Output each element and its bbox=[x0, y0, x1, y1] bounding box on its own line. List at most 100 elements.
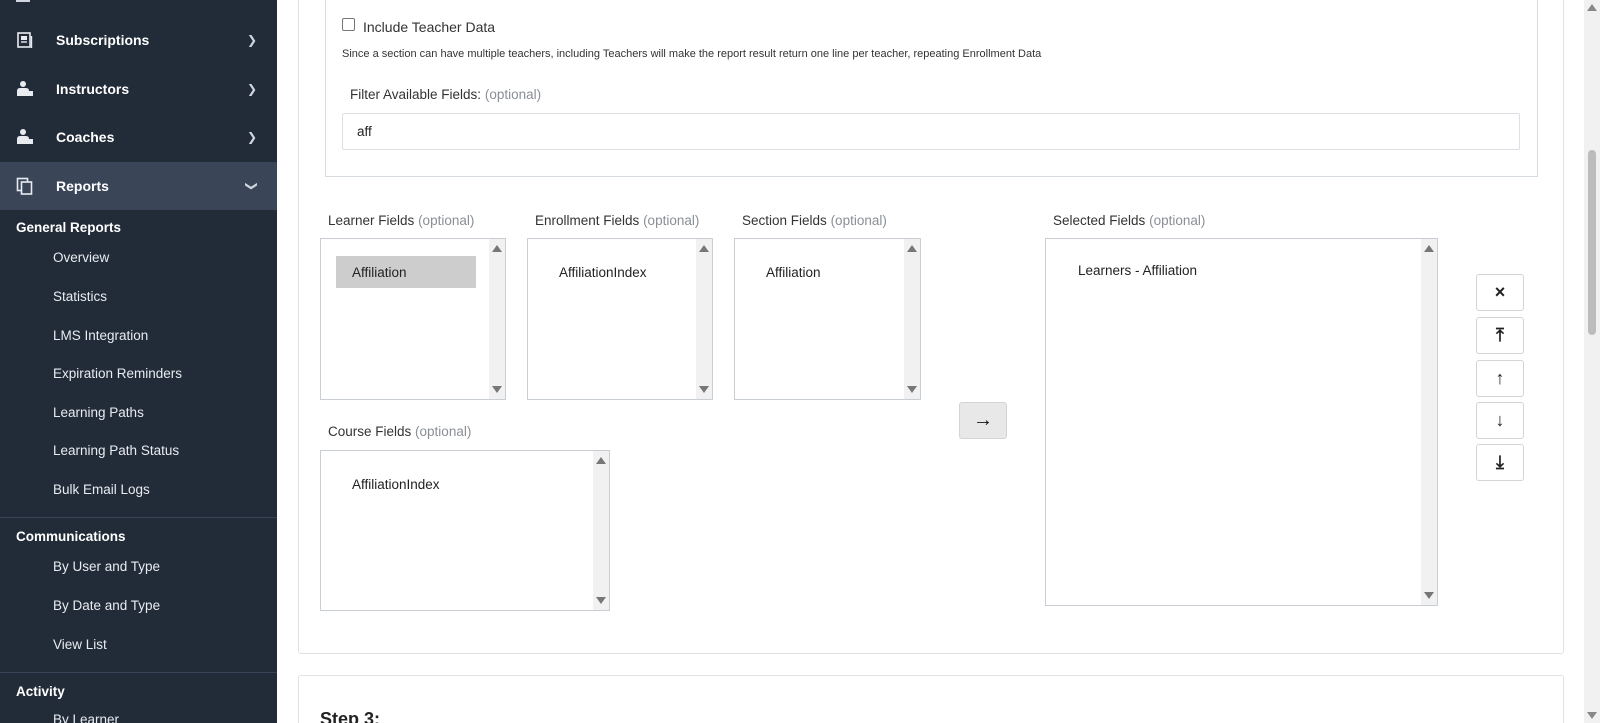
filter-label-text: Filter Available Fields: bbox=[350, 87, 482, 102]
subscriptions-icon bbox=[16, 31, 34, 49]
optional-hint: (optional) bbox=[484, 87, 542, 102]
move-bottom-icon: ⤓ bbox=[1496, 452, 1504, 472]
move-up-button[interactable]: ↑ bbox=[1476, 360, 1524, 397]
sidebar-item-expiration-reminders[interactable]: Expiration Reminders bbox=[53, 366, 182, 381]
scroll-up-icon[interactable] bbox=[699, 245, 709, 252]
coach-icon bbox=[16, 128, 34, 146]
optional-hint: (optional) bbox=[830, 213, 887, 228]
page-scrollbar[interactable] bbox=[1584, 0, 1600, 723]
section-heading-activity: Activity bbox=[16, 684, 65, 699]
selected-fields-label: Selected Fields (optional) bbox=[1053, 213, 1205, 228]
list-item[interactable]: Affiliation bbox=[336, 256, 476, 288]
scroll-down-icon[interactable] bbox=[907, 386, 917, 393]
listbox-scrollbar[interactable] bbox=[593, 451, 609, 610]
sidebar-item-learning-paths[interactable]: Learning Paths bbox=[53, 405, 144, 420]
partial-nav-icon bbox=[16, 0, 30, 2]
step3-title: Step 3: bbox=[320, 709, 381, 723]
step3-card bbox=[298, 675, 1564, 723]
scroll-up-icon[interactable] bbox=[492, 245, 502, 252]
add-to-selected-button[interactable]: → bbox=[959, 402, 1007, 439]
sidebar-item-by-learner[interactable]: By Learner bbox=[53, 712, 119, 723]
listbox-scrollbar[interactable] bbox=[696, 239, 712, 399]
sidebar-item-learning-path-status[interactable]: Learning Path Status bbox=[53, 443, 179, 458]
label-text: Section Fields bbox=[742, 213, 827, 228]
chevron-right-icon: ❯ bbox=[246, 33, 257, 47]
move-to-top-button[interactable]: ⤒ bbox=[1476, 317, 1524, 354]
scroll-up-icon[interactable] bbox=[596, 457, 606, 464]
listbox-scrollbar[interactable] bbox=[489, 239, 505, 399]
selected-fields-listbox[interactable]: Learners - Affiliation bbox=[1045, 238, 1438, 606]
section-fields-label: Section Fields (optional) bbox=[742, 213, 887, 228]
arrow-right-icon: → bbox=[973, 409, 993, 431]
include-teacher-label: Include Teacher Data bbox=[363, 19, 496, 35]
listbox-scrollbar[interactable] bbox=[1421, 239, 1437, 605]
sidebar-item-view-list[interactable]: View List bbox=[53, 637, 107, 652]
move-down-button[interactable]: ↓ bbox=[1476, 402, 1524, 439]
section-fields-listbox[interactable]: Affiliation bbox=[734, 238, 921, 400]
sidebar-divider bbox=[0, 517, 277, 518]
list-item[interactable]: AffiliationIndex bbox=[336, 468, 536, 500]
sidebar-item-overview[interactable]: Overview bbox=[53, 250, 109, 265]
nav-label: Instructors bbox=[56, 81, 130, 97]
arrow-up-icon: ↑ bbox=[1495, 368, 1505, 388]
nav-label: Coaches bbox=[56, 129, 115, 145]
reports-icon bbox=[16, 177, 34, 195]
chevron-down-icon: ❯ bbox=[244, 180, 259, 192]
scroll-up-icon[interactable] bbox=[907, 245, 917, 252]
chevron-right-icon: ❯ bbox=[246, 82, 257, 96]
label-text: Enrollment Fields bbox=[535, 213, 640, 228]
move-to-bottom-button[interactable]: ⤓ bbox=[1476, 444, 1524, 481]
scroll-down-icon[interactable] bbox=[1424, 592, 1434, 599]
remove-field-button[interactable]: × bbox=[1476, 274, 1524, 311]
learner-fields-listbox[interactable]: Affiliation bbox=[320, 238, 506, 400]
arrow-down-icon: ↓ bbox=[1495, 410, 1505, 430]
sidebar: Subscriptions ❯ Instructors ❯ Coaches ❯ … bbox=[0, 0, 277, 723]
list-item[interactable]: Affiliation bbox=[750, 256, 890, 288]
chevron-right-icon: ❯ bbox=[246, 130, 257, 144]
optional-hint: (optional) bbox=[415, 424, 472, 439]
nav-label: Reports bbox=[56, 178, 109, 194]
label-text: Learner Fields bbox=[328, 213, 415, 228]
instructor-icon bbox=[16, 80, 34, 98]
sidebar-item-statistics[interactable]: Statistics bbox=[53, 289, 107, 304]
nav-item-instructors[interactable]: Instructors ❯ bbox=[0, 66, 277, 112]
enrollment-fields-label: Enrollment Fields (optional) bbox=[535, 213, 699, 228]
scroll-down-icon[interactable] bbox=[492, 386, 502, 393]
sidebar-divider bbox=[0, 672, 277, 673]
sidebar-item-bulk-email-logs[interactable]: Bulk Email Logs bbox=[53, 482, 150, 497]
filter-input-value: aff bbox=[357, 124, 372, 139]
section-heading-communications: Communications bbox=[16, 529, 126, 544]
sidebar-item-lms-integration[interactable]: LMS Integration bbox=[53, 328, 148, 343]
listbox-scrollbar[interactable] bbox=[904, 239, 920, 399]
move-top-icon: ⤒ bbox=[1496, 325, 1504, 345]
scroll-down-icon[interactable] bbox=[1587, 712, 1597, 719]
course-fields-listbox[interactable]: AffiliationIndex bbox=[320, 450, 610, 611]
teacher-note: Since a section can have multiple teache… bbox=[342, 48, 1042, 60]
scroll-up-icon[interactable] bbox=[1587, 4, 1597, 11]
nav-label: Subscriptions bbox=[56, 32, 150, 48]
section-heading-general-reports: General Reports bbox=[16, 220, 122, 235]
scroll-down-icon[interactable] bbox=[596, 597, 606, 604]
list-item[interactable]: AffiliationIndex bbox=[543, 256, 683, 288]
label-text: Selected Fields bbox=[1053, 213, 1146, 228]
sidebar-item-by-date-and-type[interactable]: By Date and Type bbox=[53, 598, 160, 613]
scroll-up-icon[interactable] bbox=[1424, 245, 1434, 252]
list-item[interactable]: Learners - Affiliation bbox=[1062, 254, 1362, 286]
scrollbar-thumb[interactable] bbox=[1588, 150, 1596, 335]
include-teacher-checkbox[interactable] bbox=[342, 18, 355, 31]
optional-hint: (optional) bbox=[643, 213, 700, 228]
optional-hint: (optional) bbox=[1149, 213, 1206, 228]
filter-label: Filter Available Fields: (optional) bbox=[350, 87, 541, 102]
nav-item-coaches[interactable]: Coaches ❯ bbox=[0, 114, 277, 160]
learner-fields-label: Learner Fields (optional) bbox=[328, 213, 474, 228]
label-text: Course Fields bbox=[328, 424, 412, 439]
close-icon: × bbox=[1494, 282, 1506, 302]
optional-hint: (optional) bbox=[418, 213, 475, 228]
enrollment-fields-listbox[interactable]: AffiliationIndex bbox=[527, 238, 713, 400]
scroll-down-icon[interactable] bbox=[699, 386, 709, 393]
sidebar-item-by-user-and-type[interactable]: By User and Type bbox=[53, 559, 160, 574]
nav-item-reports[interactable]: Reports ❯ bbox=[0, 162, 277, 210]
nav-item-subscriptions[interactable]: Subscriptions ❯ bbox=[0, 17, 277, 63]
filter-input[interactable]: aff bbox=[342, 113, 1520, 150]
course-fields-label: Course Fields (optional) bbox=[328, 424, 471, 439]
